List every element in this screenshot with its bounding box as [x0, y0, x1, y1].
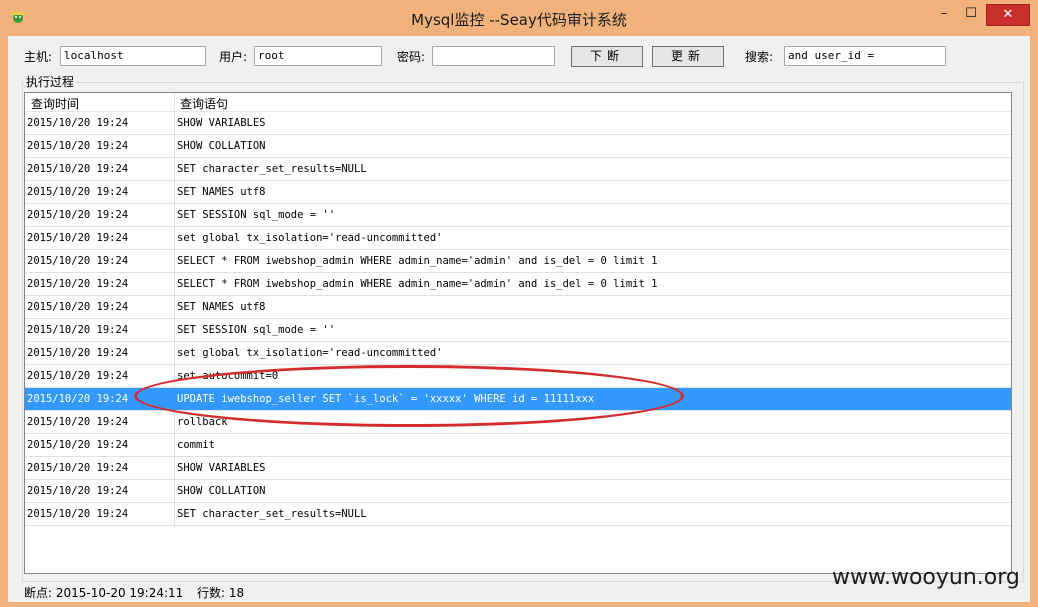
row-query: SET SESSION sql_mode = '': [177, 324, 336, 336]
row-query: SET SESSION sql_mode = '': [177, 209, 336, 221]
search-label: 搜索:: [745, 50, 774, 64]
row-query: commit: [177, 439, 215, 451]
breakpoint-status: 断点: 2015-10-20 19:24:11: [24, 586, 184, 600]
row-query: SET character_set_results=NULL: [177, 163, 367, 175]
password-label: 密码:: [397, 50, 426, 64]
row-query: SET NAMES utf8: [177, 186, 266, 198]
user-input[interactable]: root: [254, 46, 382, 66]
row-divider: [174, 503, 175, 526]
table-row[interactable]: 2015/10/20 19:24 rollback: [25, 411, 1011, 434]
row-time: 2015/10/20 19:24: [27, 485, 129, 497]
row-divider: [174, 181, 175, 204]
client-area: 主机: localhost 用户: root 密码: 下断 更新 搜索: and…: [8, 36, 1030, 602]
row-divider: [174, 434, 175, 457]
row-time: 2015/10/20 19:24: [27, 278, 129, 290]
column-header-time[interactable]: 查询时间: [31, 95, 79, 112]
table-row[interactable]: 2015/10/20 19:24 set global tx_isolation=…: [25, 227, 1011, 250]
column-divider[interactable]: [174, 93, 175, 111]
row-time: 2015/10/20 19:24: [27, 301, 129, 313]
row-query: SHOW COLLATION: [177, 140, 266, 152]
password-input[interactable]: [432, 46, 555, 66]
row-query: SET character_set_results=NULL: [177, 508, 367, 520]
refresh-button[interactable]: 更新: [652, 46, 724, 67]
host-input[interactable]: localhost: [60, 46, 206, 66]
row-divider: [174, 250, 175, 273]
row-divider: [174, 273, 175, 296]
row-time: 2015/10/20 19:24: [27, 347, 129, 359]
row-count-status: 行数: 18: [197, 586, 245, 600]
row-time: 2015/10/20 19:24: [27, 186, 129, 198]
row-query: SHOW VARIABLES: [177, 117, 266, 129]
table-row[interactable]: 2015/10/20 19:24 SHOW VARIABLES: [25, 112, 1011, 135]
row-time: 2015/10/20 19:24: [27, 416, 129, 428]
row-query: set autocommit=0: [177, 370, 279, 382]
row-query: set global tx_isolation='read-uncommitte…: [177, 347, 443, 359]
table-row-selected[interactable]: 2015/10/20 19:24 UPDATE iwebshop_seller S…: [25, 388, 1011, 411]
row-divider: [174, 204, 175, 227]
row-divider: [174, 388, 175, 411]
row-time: 2015/10/20 19:24: [27, 324, 129, 336]
list-header: 查询时间 查询语句: [25, 93, 1011, 112]
row-query: SELECT * FROM iwebshop_admin WHERE admin…: [177, 278, 658, 290]
host-label: 主机:: [24, 50, 53, 64]
row-divider: [174, 457, 175, 480]
table-row[interactable]: 2015/10/20 19:24 SHOW COLLATION: [25, 135, 1011, 158]
row-divider: [174, 480, 175, 503]
row-query: SHOW VARIABLES: [177, 462, 266, 474]
query-list[interactable]: 查询时间 查询语句 2015/10/20 19:24 SHOW VARIABLES…: [24, 92, 1012, 574]
row-query: SHOW COLLATION: [177, 485, 266, 497]
row-divider: [174, 365, 175, 388]
row-time: 2015/10/20 19:24: [27, 370, 129, 382]
row-divider: [174, 342, 175, 365]
row-time: 2015/10/20 19:24: [27, 393, 129, 405]
row-divider: [174, 319, 175, 342]
close-button[interactable]: ✕: [986, 4, 1030, 26]
row-query: rollback: [177, 416, 228, 428]
row-time: 2015/10/20 19:24: [27, 232, 129, 244]
row-time: 2015/10/20 19:24: [27, 508, 129, 520]
row-divider: [174, 158, 175, 181]
row-time: 2015/10/20 19:24: [27, 117, 129, 129]
row-query: set global tx_isolation='read-uncommitte…: [177, 232, 443, 244]
table-row[interactable]: 2015/10/20 19:24 SET NAMES utf8: [25, 296, 1011, 319]
table-row[interactable]: 2015/10/20 19:24 SET SESSION sql_mode = '…: [25, 204, 1011, 227]
table-row[interactable]: 2015/10/20 19:24 SET character_set_result…: [25, 158, 1011, 181]
row-query: SELECT * FROM iwebshop_admin WHERE admin…: [177, 255, 658, 267]
row-time: 2015/10/20 19:24: [27, 462, 129, 474]
title-bar[interactable]: Mysql监控 --Seay代码审计系统 – ☐ ✕: [0, 0, 1038, 36]
row-time: 2015/10/20 19:24: [27, 140, 129, 152]
row-time: 2015/10/20 19:24: [27, 255, 129, 267]
row-query: SET NAMES utf8: [177, 301, 266, 313]
watermark: www.wooyun.org: [832, 565, 1020, 590]
row-divider: [174, 296, 175, 319]
user-label: 用户:: [219, 50, 248, 64]
table-row[interactable]: 2015/10/20 19:24 SET SESSION sql_mode = '…: [25, 319, 1011, 342]
row-time: 2015/10/20 19:24: [27, 439, 129, 451]
row-divider: [174, 112, 175, 135]
table-row[interactable]: 2015/10/20 19:24 SET character_set_result…: [25, 503, 1011, 526]
column-header-query[interactable]: 查询语句: [180, 95, 228, 112]
table-row[interactable]: 2015/10/20 19:24 set autocommit=0: [25, 365, 1011, 388]
row-time: 2015/10/20 19:24: [27, 209, 129, 221]
row-divider: [174, 411, 175, 434]
table-row[interactable]: 2015/10/20 19:24 set global tx_isolation=…: [25, 342, 1011, 365]
table-row[interactable]: 2015/10/20 19:24 SET NAMES utf8: [25, 181, 1011, 204]
row-divider: [174, 135, 175, 158]
table-row[interactable]: 2015/10/20 19:24 SHOW COLLATION: [25, 480, 1011, 503]
window-title: Mysql监控 --Seay代码审计系统: [411, 11, 627, 29]
row-time: 2015/10/20 19:24: [27, 163, 129, 175]
table-row[interactable]: 2015/10/20 19:24 SELECT * FROM iwebshop_a…: [25, 250, 1011, 273]
app-window: Mysql监控 --Seay代码审计系统 – ☐ ✕ 主机: localhost…: [0, 0, 1038, 607]
table-row[interactable]: 2015/10/20 19:24 commit: [25, 434, 1011, 457]
search-input[interactable]: and user_id =: [784, 46, 946, 66]
process-group-label: 执行过程: [24, 73, 77, 90]
row-query: UPDATE iwebshop_seller SET `is_lock` = '…: [177, 393, 595, 405]
list-body: 2015/10/20 19:24 SHOW VARIABLES 2015/10/20…: [25, 112, 1011, 526]
table-row[interactable]: 2015/10/20 19:24 SELECT * FROM iwebshop_a…: [25, 273, 1011, 296]
break-button[interactable]: 下断: [571, 46, 643, 67]
maximize-button[interactable]: ☐: [958, 4, 984, 26]
minimize-button[interactable]: –: [930, 4, 958, 26]
table-row[interactable]: 2015/10/20 19:24 SHOW VARIABLES: [25, 457, 1011, 480]
row-divider: [174, 227, 175, 250]
